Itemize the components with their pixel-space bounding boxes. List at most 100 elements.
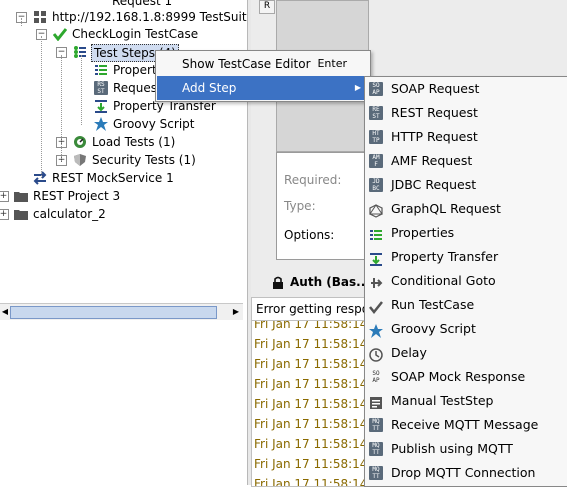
mqtt-drop-icon: MQ TT (369, 466, 383, 480)
log-panel[interactable]: Fri Jan 17 11:58:14 Fri Jan 17 11:58:14 … (251, 320, 369, 487)
log-line: Fri Jan 17 11:58:14 (254, 337, 368, 351)
manual-step-icon (369, 394, 383, 409)
submenu-item-conditional-goto[interactable]: Conditional Goto (365, 269, 567, 293)
submenu-item-jdbc-request[interactable]: JD BC JDBC Request (365, 173, 567, 197)
lock-icon (272, 272, 284, 292)
submenu-item-delay[interactable]: Delay (365, 341, 567, 365)
tree-row-testcase[interactable]: − CheckLogin TestCase (0, 25, 247, 43)
scroll-right-arrow-icon[interactable]: ▶ (231, 305, 241, 318)
clock-icon (369, 346, 383, 362)
check-icon (52, 27, 68, 42)
submenu-item-manual-teststep[interactable]: Manual TestStep (365, 389, 567, 413)
shield-icon (73, 153, 87, 167)
log-line: Fri Jan 17 11:58:14 (254, 357, 368, 371)
menu-item-label: Add Step (182, 81, 237, 95)
submenu-item-label: Drop MQTT Connection (391, 465, 536, 480)
submenu-item-http-request[interactable]: HT TP HTTP Request (365, 125, 567, 149)
tree-label: REST Project 3 (33, 189, 121, 203)
options-label: Options: (284, 228, 335, 242)
submenu-item-label: HTTP Request (391, 129, 478, 144)
scroll-left-arrow-icon[interactable]: ◀ (0, 305, 10, 318)
submenu-item-label: Conditional Goto (391, 273, 496, 288)
tree-row-testsuite[interactable]: − http://192.168.1.8:8999 TestSuite (0, 8, 247, 26)
tree-line (41, 36, 43, 178)
expand-toggle[interactable]: + (0, 191, 9, 202)
folder-icon (14, 207, 28, 221)
error-message: Error getting response (251, 297, 373, 321)
tree-row-load-tests[interactable]: + Load Tests (1) (0, 133, 247, 151)
horizontal-scrollbar[interactable]: ◀ ▶ (0, 303, 243, 320)
required-label: Required: (284, 173, 342, 187)
tree-label: Groovy Script (113, 117, 195, 131)
submenu-item-run-testcase[interactable]: Run TestCase (365, 293, 567, 317)
property-transfer-icon (94, 99, 108, 113)
submenu-item-soap-request[interactable]: SO AP SOAP Request (365, 77, 567, 101)
graphql-icon (369, 202, 383, 218)
menu-item-label: Show TestCase Editor (182, 57, 311, 71)
menu-item-add-step[interactable]: Add Step ▶ (157, 76, 369, 100)
add-step-submenu: SO AP SOAP Request RE ST REST Request HT TP… (364, 76, 567, 487)
tree-row-rest-project[interactable]: + REST Project 3 (0, 187, 247, 205)
log-line: Fri Jan 17 11:58:14 (254, 397, 368, 411)
tree-row-groovy[interactable]: Groovy Script (0, 115, 247, 133)
folder-icon (14, 189, 28, 203)
submenu-arrow-icon: ▶ (354, 83, 361, 92)
properties-icon (369, 226, 383, 240)
submenu-item-groovy-script[interactable]: Groovy Script (365, 317, 567, 341)
tree-label: Security Tests (1) (92, 153, 196, 167)
submenu-item-label: JDBC Request (391, 177, 477, 192)
groovy-star-icon (94, 117, 108, 131)
menu-item-shortcut: Enter (317, 57, 347, 70)
rest-request-icon: RE ST (369, 106, 383, 120)
submenu-item-label: AMF Request (391, 153, 473, 168)
submenu-item-label: SOAP Request (391, 81, 480, 96)
log-line: Fri Jan 17 11:58:14 (254, 320, 368, 331)
groovy-star-icon (369, 322, 383, 338)
mqtt-publish-icon: MQ TT (369, 442, 383, 456)
mqtt-receive-icon: MQ TT (369, 418, 383, 432)
submenu-item-label: Property Transfer (391, 249, 499, 264)
expand-toggle[interactable]: + (0, 209, 9, 220)
submenu-item-label: GraphQL Request (391, 201, 501, 216)
tree-label: CheckLogin TestCase (72, 27, 199, 41)
submenu-item-publish-mqtt[interactable]: MQ TT Publish using MQTT (365, 437, 567, 461)
testsuite-grid-icon (33, 10, 47, 24)
editor-tab[interactable]: R (259, 0, 275, 14)
submenu-item-amf-request[interactable]: AM F AMF Request (365, 149, 567, 173)
http-request-icon: HT TP (369, 130, 383, 144)
log-line: Fri Jan 17 11:58:14 (254, 417, 368, 431)
submenu-item-label: Receive MQTT Message (391, 417, 539, 432)
submenu-item-graphql-request[interactable]: GraphQL Request (365, 197, 567, 221)
auth-tab[interactable]: Auth (Bas... (266, 272, 376, 292)
submenu-item-property-transfer[interactable]: Property Transfer (365, 245, 567, 269)
parameter-panel: Required: Type: Options: (276, 152, 369, 260)
tree-row-security-tests[interactable]: + Security Tests (1) (0, 151, 247, 169)
submenu-item-rest-request[interactable]: RE ST REST Request (365, 101, 567, 125)
soap-mock-icon: SO AP (369, 370, 383, 384)
submenu-item-label: SOAP Mock Response (391, 369, 526, 384)
menu-item-show-testcase-editor[interactable]: Show TestCase Editor Enter (157, 52, 369, 76)
submenu-item-receive-mqtt[interactable]: MQ TT Receive MQTT Message (365, 413, 567, 437)
property-transfer-icon (369, 250, 383, 266)
submenu-item-soap-mock-response[interactable]: SO AP SOAP Mock Response (365, 365, 567, 389)
conditional-goto-icon (369, 274, 383, 288)
jdbc-request-icon: JD BC (369, 178, 383, 192)
list-icon (73, 45, 87, 59)
submenu-item-drop-mqtt[interactable]: MQ TT Drop MQTT Connection (365, 461, 567, 485)
tree-line (21, 18, 23, 26)
tree-row-mockservice[interactable]: REST MockService 1 (0, 169, 247, 187)
mock-service-arrows-icon (33, 171, 47, 185)
tree-label: REST MockService 1 (52, 171, 174, 185)
submenu-item-label: REST Request (391, 105, 478, 120)
submenu-item-label: Manual TestStep (391, 393, 494, 408)
tree-row-calculator[interactable]: + calculator_2 (0, 205, 247, 223)
submenu-item-properties[interactable]: Properties (365, 221, 567, 245)
submenu-item-label: Properties (391, 225, 455, 240)
log-line: Fri Jan 17 11:58:14 (254, 477, 368, 487)
context-menu: Show TestCase Editor Enter Add Step ▶ (155, 50, 371, 102)
project-tree[interactable]: Request 1 − http://192.168.1.8:8999 Test… (0, 0, 247, 300)
type-label: Type: (284, 199, 316, 213)
amf-request-icon: AM F (369, 154, 383, 168)
scroll-thumb[interactable] (10, 306, 217, 319)
run-testcase-icon (369, 298, 383, 315)
